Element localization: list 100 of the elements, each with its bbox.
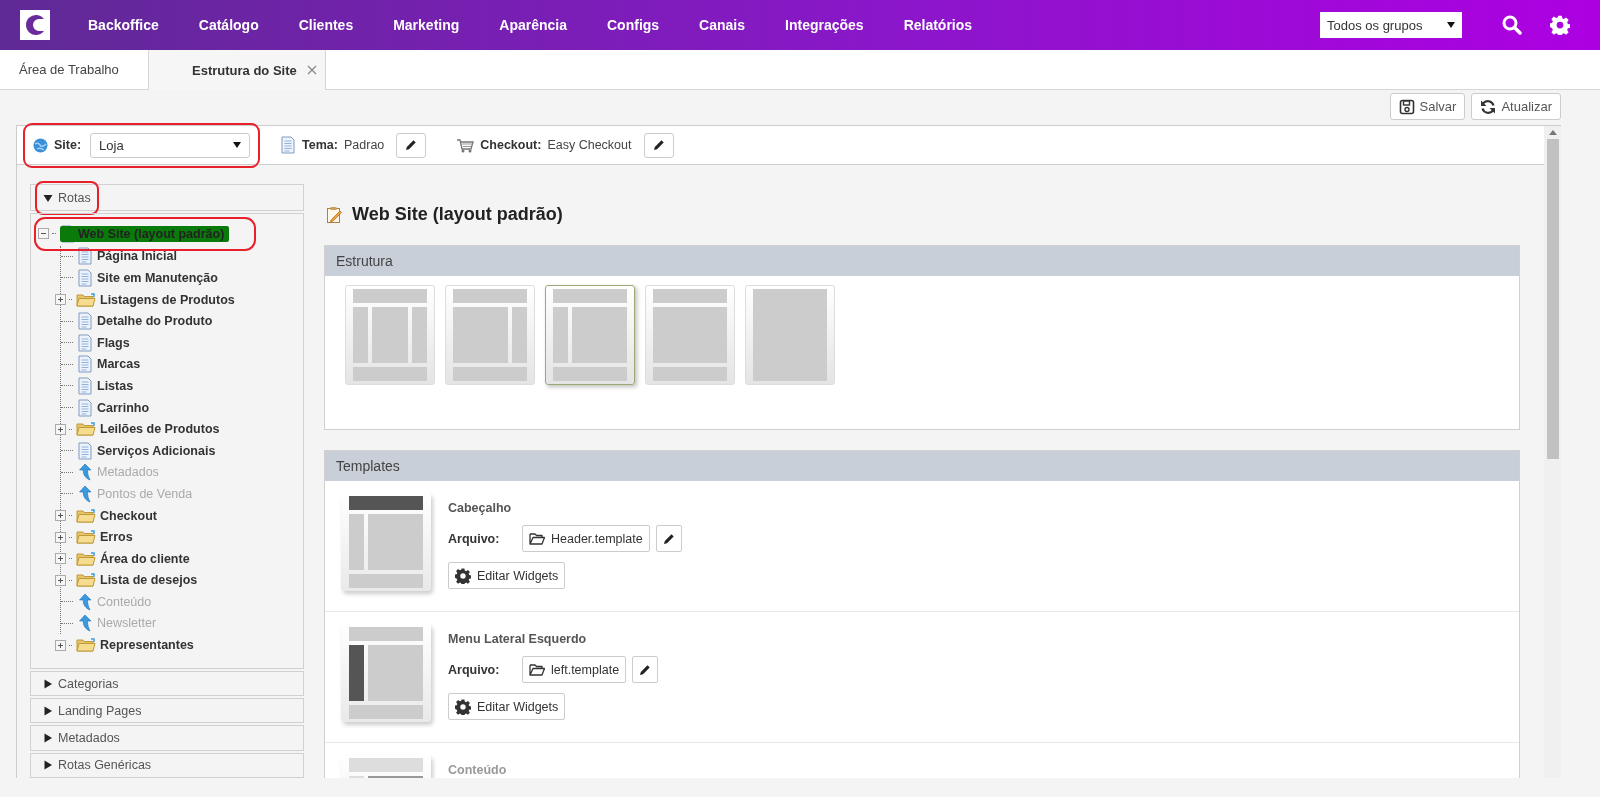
panel-header: Templates	[325, 451, 1519, 481]
save-button[interactable]: Salvar	[1389, 93, 1466, 120]
file-button[interactable]: left.template	[522, 656, 627, 683]
accordion-header[interactable]: Landing Pages	[30, 698, 304, 724]
curved-arrow-icon	[77, 614, 93, 633]
tab[interactable]: Estrutura do Site	[148, 50, 326, 90]
pencil-icon	[405, 139, 418, 151]
caret-down-icon	[43, 192, 53, 203]
refresh-icon	[1480, 98, 1497, 115]
nav-link[interactable]: Catálogo	[178, 17, 279, 33]
field-value: Easy Checkout	[547, 138, 632, 152]
expand-icon[interactable]	[55, 510, 66, 521]
folder-icon	[76, 291, 96, 308]
collapse-icon[interactable]	[38, 228, 49, 240]
site-select[interactable]: Loja	[90, 132, 251, 158]
folder-icon	[76, 507, 96, 524]
field-label: Checkout:	[480, 138, 542, 152]
scrollbar[interactable]	[1544, 126, 1561, 778]
tree-item[interactable]: Área do cliente	[100, 551, 190, 566]
expand-icon[interactable]	[55, 574, 66, 586]
highlight-frame: Rotas	[37, 182, 97, 213]
expand-icon[interactable]	[55, 531, 66, 543]
file-button[interactable]: Header.template	[522, 525, 650, 552]
folder-icon	[76, 421, 96, 438]
scroll-up-arrow-icon[interactable]	[1548, 130, 1557, 135]
caret-icon	[1447, 22, 1455, 28]
tree-item[interactable]: Detalhe do Produto	[97, 314, 213, 329]
edit-widgets-button[interactable]: Editar Widgets	[448, 562, 566, 589]
edit-button[interactable]	[632, 656, 659, 683]
curved-arrow-icon	[77, 592, 93, 611]
field-label: Tema:	[302, 138, 338, 152]
expand-icon[interactable]	[55, 639, 66, 651]
nav-link[interactable]: Configs	[587, 17, 680, 33]
folder-icon	[76, 637, 96, 654]
caret-right-icon	[43, 705, 53, 716]
expand-icon[interactable]	[55, 294, 66, 306]
page-title: Web Site (layout padrão)	[352, 204, 563, 225]
edit-widgets-button[interactable]: Editar Widgets	[448, 693, 566, 720]
accordion-header[interactable]: Categorias	[30, 670, 304, 697]
accordion-header[interactable]: Rotas Genéricas	[30, 752, 304, 778]
tree-item[interactable]: Erros	[100, 530, 133, 545]
edit-button[interactable]	[643, 132, 674, 158]
template-name: Conteúdo	[448, 763, 507, 777]
curved-arrow-icon	[77, 463, 93, 482]
gear-icon	[455, 698, 471, 715]
nav-link[interactable]: Backoffice	[68, 17, 179, 33]
nav-link[interactable]: Canais	[679, 17, 766, 33]
gear-icon	[455, 567, 471, 584]
nav-link[interactable]: Relatórios	[883, 17, 993, 33]
nav-link[interactable]: Integrações	[765, 17, 884, 33]
folder-icon	[76, 572, 96, 589]
refresh-button[interactable]: Atualizar	[1471, 93, 1561, 120]
notepad-icon	[326, 205, 342, 224]
pencil-icon	[652, 139, 665, 151]
tree-item[interactable]: Carrinho	[97, 400, 150, 415]
expand-icon[interactable]	[55, 423, 66, 435]
curved-arrow-icon	[77, 484, 93, 503]
edit-button[interactable]	[396, 132, 427, 158]
folder-icon	[76, 529, 96, 546]
tree-item[interactable]: Listas	[97, 378, 134, 393]
search-icon[interactable]	[1502, 15, 1522, 35]
tree-item[interactable]: Página Inicial	[97, 249, 177, 264]
field-label: Arquivo:	[448, 531, 501, 546]
tree-item[interactable]: Leilões de Produtos	[100, 422, 220, 437]
field-label: Site:	[54, 138, 82, 152]
tree-item[interactable]: Checkout	[100, 508, 157, 523]
edit-button[interactable]	[655, 525, 682, 552]
nav-link[interactable]: Clientes	[278, 17, 374, 33]
nav-link[interactable]: Marketing	[373, 17, 480, 33]
pencil-icon	[639, 663, 652, 676]
group-select[interactable]: Todos os grupos	[1320, 12, 1462, 38]
caret-icon	[233, 142, 242, 148]
pencil-icon	[662, 532, 675, 545]
folder-open-icon	[529, 532, 545, 545]
panel-header: Estrutura	[325, 246, 1519, 276]
template-name: Cabeçalho	[448, 501, 513, 515]
template-name: Menu Lateral Esquerdo	[448, 632, 588, 646]
field-label: Arquivo:	[448, 662, 501, 677]
cart-icon	[456, 137, 475, 153]
folder-icon	[76, 550, 96, 567]
nav-link[interactable]: Aparência	[479, 17, 587, 33]
expand-icon[interactable]	[55, 553, 66, 565]
tree-item[interactable]: Lista de desejos	[100, 573, 198, 588]
tree-item[interactable]: Site em Manutenção	[97, 271, 218, 285]
tree-item[interactable]: Serviços Adicionais	[97, 443, 216, 458]
tab[interactable]: Área de Trabalho	[0, 50, 148, 89]
tree-item[interactable]: Representantes	[100, 638, 194, 653]
folder-open-icon	[529, 663, 545, 676]
close-icon[interactable]	[306, 65, 317, 75]
caret-right-icon	[43, 760, 53, 771]
caret-right-icon	[43, 678, 53, 689]
tree-item[interactable]: Marcas	[97, 357, 141, 372]
caret-right-icon	[43, 733, 53, 744]
gear-icon[interactable]	[1550, 15, 1570, 35]
accordion-header[interactable]: Metadados	[30, 725, 304, 751]
logo-icon[interactable]	[20, 10, 50, 40]
tree-item[interactable]: Listagens de Produtos	[100, 292, 235, 307]
field-value: Padrao	[344, 138, 385, 152]
globe-icon	[33, 137, 48, 153]
tree-item[interactable]: Flags	[97, 335, 130, 350]
